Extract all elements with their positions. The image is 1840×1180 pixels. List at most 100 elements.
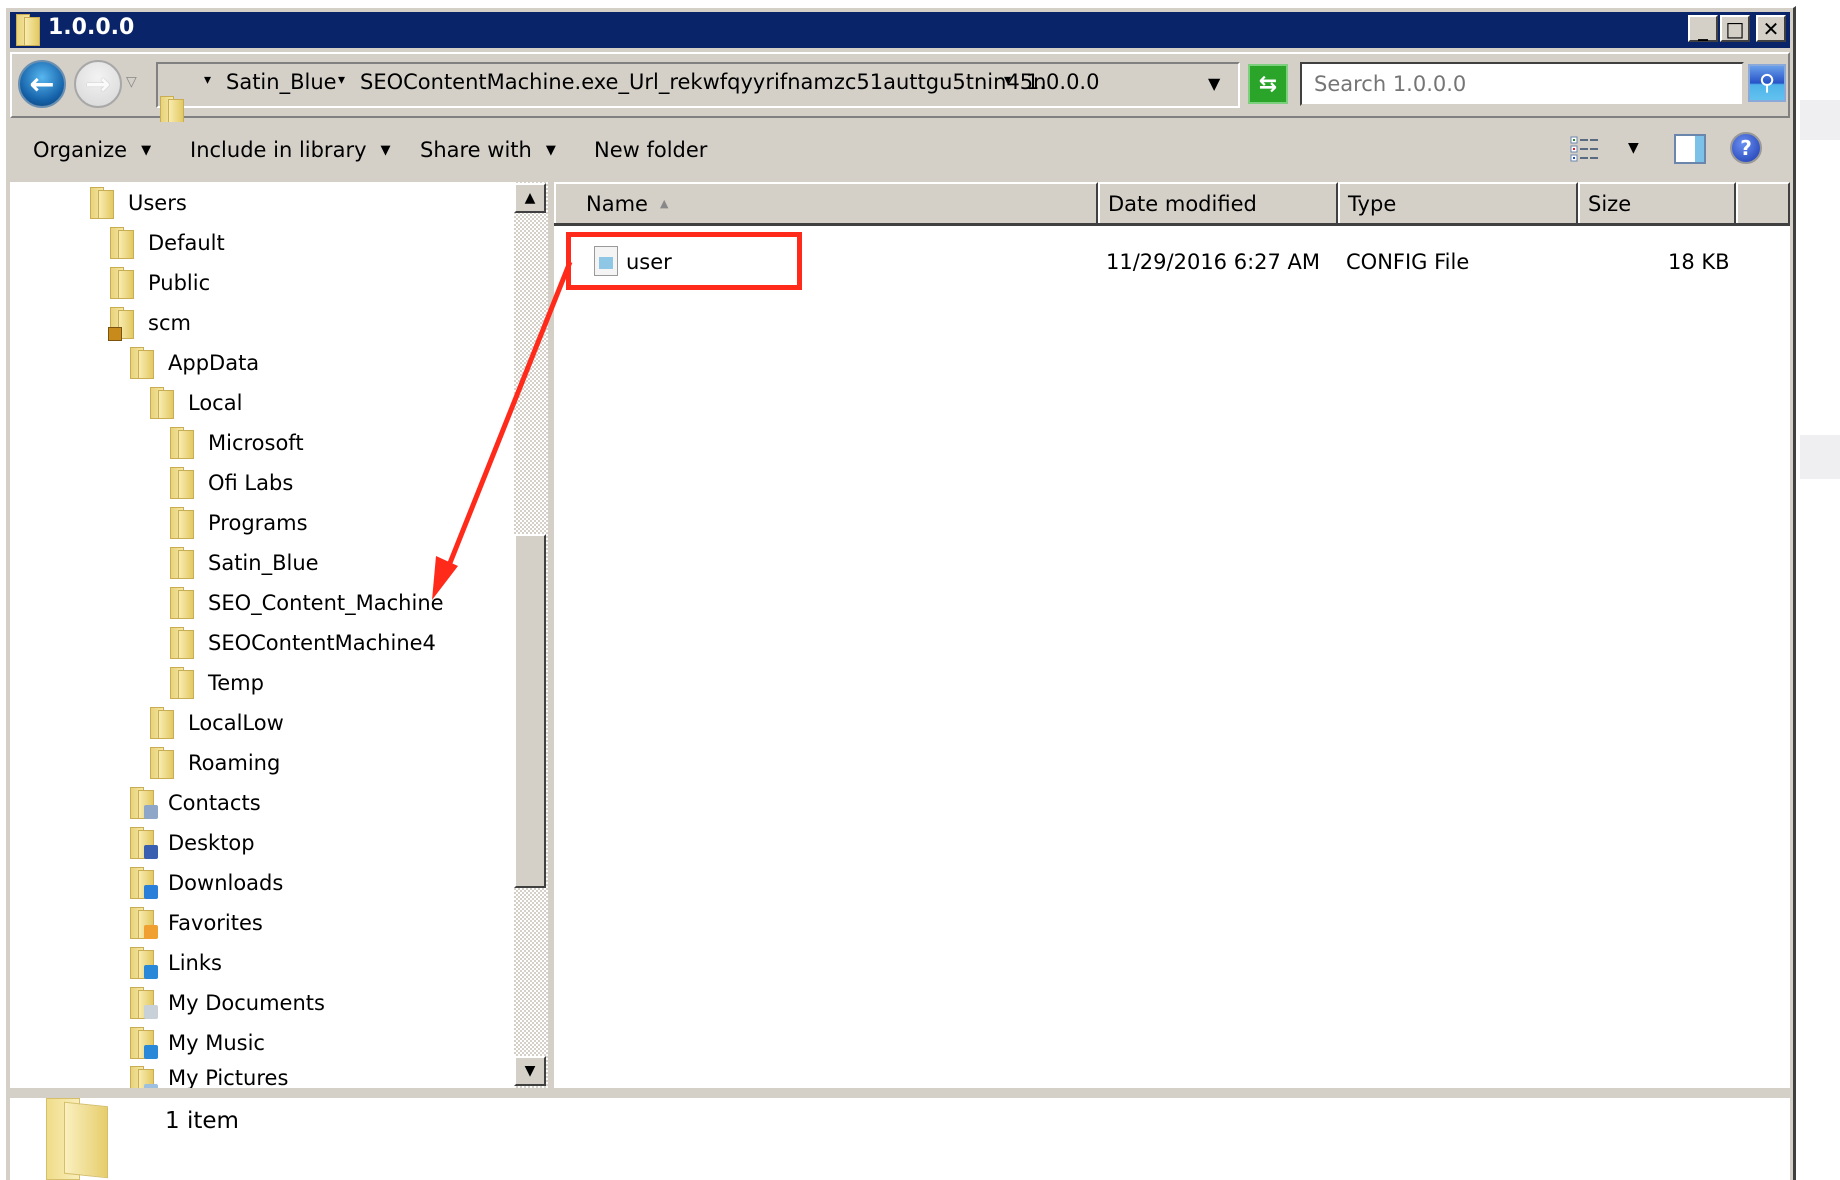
file-date-modified: 11/29/2016 6:27 AM [1106, 250, 1321, 274]
tree-item-label: Contacts [168, 791, 261, 815]
column-header-date-modified[interactable]: Date modified [1098, 182, 1338, 223]
title-bar[interactable] [10, 12, 1790, 48]
help-icon[interactable]: ? [1730, 132, 1762, 164]
folder-icon [150, 747, 174, 779]
scroll-up-button[interactable]: ▲ [514, 183, 546, 213]
search-input[interactable] [1300, 62, 1744, 106]
breadcrumb-separator[interactable]: ▾ [338, 72, 345, 88]
folder-icon [170, 507, 194, 539]
change-view-dropdown[interactable]: ▼ [1628, 140, 1639, 156]
tree-item-label: SEO_Content_Machine [208, 591, 444, 615]
tree-item-my-pictures[interactable]: My Pictures [130, 1064, 288, 1090]
folder-icon [110, 227, 134, 259]
address-dropdown-icon[interactable]: ▼ [1208, 74, 1220, 93]
tree-item-label: Favorites [168, 911, 263, 935]
tree-item-label: LocalLow [188, 711, 284, 735]
recent-pages-dropdown[interactable]: ▽ [126, 75, 140, 89]
share-with-button[interactable]: Share with ▼ [420, 138, 556, 162]
new-folder-button[interactable]: New folder [594, 138, 707, 162]
tree-item-label: Satin_Blue [208, 551, 319, 575]
folder-music-icon [130, 1027, 158, 1059]
folder-desktop-icon [130, 827, 158, 859]
tree-item-label: My Music [168, 1031, 265, 1055]
back-button[interactable]: ← [18, 60, 66, 108]
folder-downloads-icon [130, 867, 158, 899]
tree-item-public[interactable]: Public [110, 264, 210, 302]
tree-item-seocontentmachine4[interactable]: SEOContentMachine4 [170, 624, 436, 662]
tree-item-my-music[interactable]: My Music [130, 1024, 265, 1062]
details-pane [10, 1098, 1790, 1180]
folder-icon [170, 587, 194, 619]
tree-item-seo-content-machine[interactable]: SEO_Content_Machine [170, 584, 444, 622]
column-header-name[interactable]: Name ▲ [554, 182, 1098, 223]
minimize-button[interactable]: _ [1688, 15, 1718, 42]
file-type: CONFIG File [1346, 250, 1470, 274]
tree-item-label: My Pictures [168, 1066, 289, 1090]
include-in-library-button[interactable]: Include in library ▼ [190, 138, 391, 162]
tree-item-contacts[interactable]: Contacts [130, 784, 261, 822]
forward-button[interactable]: → [74, 60, 122, 108]
folder-icon [16, 14, 40, 46]
search-icon[interactable]: ⚲ [1748, 64, 1786, 102]
tree-item-favorites[interactable]: Favorites [130, 904, 263, 942]
tree-item-appdata[interactable]: AppData [130, 344, 259, 382]
tree-item-links[interactable]: Links [130, 944, 222, 982]
item-count: 1 item [165, 1108, 239, 1134]
column-header-empty [1736, 182, 1790, 223]
tree-item-ofi-labs[interactable]: Ofi Labs [170, 464, 293, 502]
tree-item-label: Default [148, 231, 225, 255]
folder-icon [170, 627, 194, 659]
maximize-button[interactable]: □ [1720, 15, 1750, 42]
view-details-icon[interactable] [1570, 136, 1602, 162]
folder-contacts-icon [130, 787, 158, 819]
refresh-button[interactable]: ⇆ [1248, 64, 1288, 104]
breadcrumb-item[interactable]: 1.0.0.0 [1026, 70, 1099, 94]
column-header-type[interactable]: Type [1338, 182, 1578, 223]
preview-pane-icon[interactable] [1674, 134, 1706, 164]
file-size: 18 KB [1668, 250, 1730, 274]
desktop-background-right [1800, 0, 1840, 1180]
tree-item-default[interactable]: Default [110, 224, 225, 262]
folder-icon [170, 467, 194, 499]
folder-documents-icon [130, 987, 158, 1019]
tree-item-label: Programs [208, 511, 308, 535]
scrollbar-thumb[interactable] [514, 534, 546, 888]
tree-item-satin-blue[interactable]: Satin_Blue [170, 544, 319, 582]
tree-item-locallow[interactable]: LocalLow [150, 704, 284, 742]
folder-icon [170, 547, 194, 579]
tree-item-label: scm [148, 311, 191, 335]
breadcrumb-item[interactable]: SEOContentMachine.exe_Url_rekwfqyyrifnam… [360, 70, 1046, 94]
tree-item-label: Temp [208, 671, 264, 695]
tree-item-scm[interactable]: scm [108, 304, 191, 342]
window-title: 1.0.0.0 [48, 15, 135, 40]
breadcrumb-separator[interactable]: ▾ [1004, 72, 1011, 88]
tree-item-roaming[interactable]: Roaming [150, 744, 280, 782]
breadcrumb-separator[interactable]: ▾ [204, 72, 211, 88]
tree-item-microsoft[interactable]: Microsoft [170, 424, 304, 462]
folder-icon [90, 187, 114, 219]
tree-item-label: Ofi Labs [208, 471, 294, 495]
tree-item-label: AppData [168, 351, 260, 375]
folder-icon [170, 427, 194, 459]
back-arrow-icon: ← [29, 66, 55, 102]
organize-button[interactable]: Organize ▼ [33, 138, 151, 162]
tree-item-my-documents[interactable]: My Documents [130, 984, 325, 1022]
tree-item-programs[interactable]: Programs [170, 504, 308, 542]
tree-item-local[interactable]: Local [150, 384, 242, 422]
folder-icon [150, 387, 174, 419]
file-list [554, 182, 1790, 1088]
scroll-down-button[interactable]: ▼ [514, 1056, 546, 1086]
status-separator [10, 1088, 1790, 1098]
column-header-size[interactable]: Size [1578, 182, 1736, 223]
tree-item-label: My Documents [168, 991, 325, 1015]
tree-item-label: Links [168, 951, 222, 975]
tree-item-label: Roaming [188, 751, 281, 775]
close-button[interactable]: ✕ [1756, 15, 1786, 42]
folder-locked-icon [108, 307, 134, 341]
tree-item-temp[interactable]: Temp [170, 664, 264, 702]
tree-item-users[interactable]: Users [90, 184, 187, 222]
breadcrumb-item[interactable]: Satin_Blue [226, 70, 337, 94]
chevron-down-icon: ▼ [141, 143, 152, 158]
tree-item-downloads[interactable]: Downloads [130, 864, 283, 902]
tree-item-desktop[interactable]: Desktop [130, 824, 255, 862]
